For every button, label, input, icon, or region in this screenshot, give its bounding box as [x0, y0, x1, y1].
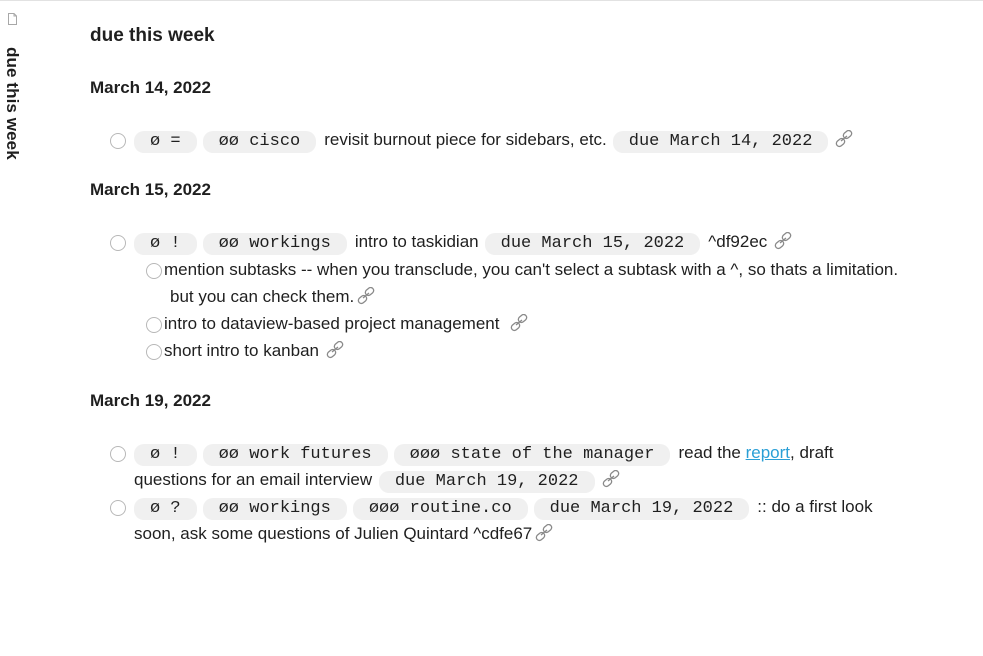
tag-pill[interactable]: ø ! — [134, 233, 197, 255]
chain-link-icon[interactable] — [601, 470, 621, 488]
chain-link-icon[interactable] — [325, 341, 345, 359]
task-text: intro to taskidian — [354, 232, 479, 251]
chain-link-icon[interactable] — [834, 130, 854, 148]
subtask-text: mention subtasks -- when you transclude,… — [164, 260, 899, 279]
task-item: ø = øø cisco revisit burnout piece for sid… — [110, 126, 854, 153]
tag-pill[interactable]: øøø state of the manager — [393, 444, 671, 466]
subtask-item: mention subtasks -- when you transclude,… — [146, 256, 898, 283]
due-pill[interactable]: due March 15, 2022 — [484, 233, 701, 255]
task-checkbox[interactable] — [110, 500, 126, 516]
task-item: ø ! øø work futures øøø state of the manag… — [110, 439, 838, 466]
task-item: ø ? øø workings øøø routine.co due March 19… — [110, 493, 877, 520]
subtask-item: short intro to kanban — [146, 337, 345, 364]
tag-pill[interactable]: øø workings — [202, 233, 347, 255]
chain-link-icon[interactable] — [356, 287, 376, 305]
task-text-part: read the — [678, 443, 741, 462]
task-checkbox[interactable] — [110, 133, 126, 149]
tag-pill[interactable]: øøø routine.co — [352, 498, 528, 520]
sidebar-title[interactable]: due this week — [2, 47, 22, 160]
task-item: ø ! øø workings intro to taskidian due Marc… — [110, 228, 793, 255]
page-title: due this week — [90, 25, 215, 46]
subtask-item-continued: but you can check them. — [170, 283, 376, 310]
due-pill[interactable]: due March 19, 2022 — [378, 471, 595, 493]
file-icon — [8, 13, 17, 25]
tag-pill[interactable]: øø work futures — [202, 444, 388, 466]
task-checkbox[interactable] — [146, 317, 162, 333]
task-text: :: do a first look — [757, 497, 873, 516]
date-heading: March 19, 2022 — [90, 391, 211, 410]
top-divider — [0, 0, 983, 1]
subtask-text: short intro to kanban — [164, 341, 319, 360]
tag-pill[interactable]: øø cisco — [202, 131, 317, 153]
subtask-text: intro to dataview-based project manageme… — [164, 314, 500, 333]
task-text: read the report, draft — [678, 443, 833, 462]
chain-link-icon[interactable] — [534, 524, 554, 542]
due-pill[interactable]: due March 19, 2022 — [533, 498, 750, 520]
task-text: questions for an email interview — [134, 470, 373, 489]
date-heading: March 15, 2022 — [90, 180, 211, 199]
task-checkbox[interactable] — [146, 344, 162, 360]
tag-pill[interactable]: ø = — [134, 131, 197, 153]
tag-pill[interactable]: ø ! — [134, 444, 197, 466]
chain-link-icon[interactable] — [509, 314, 529, 332]
task-item-continued: soon, ask some questions of Julien Quint… — [134, 520, 554, 547]
task-checkbox[interactable] — [146, 263, 162, 279]
task-text-part: , draft — [790, 443, 834, 462]
report-link[interactable]: report — [746, 443, 790, 462]
date-heading: March 14, 2022 — [90, 78, 211, 97]
subtask-item: intro to dataview-based project manageme… — [146, 310, 529, 337]
task-text: soon, ask some questions of Julien Quint… — [134, 524, 533, 543]
task-item-continued: questions for an email interview due Mar… — [134, 466, 621, 493]
due-pill[interactable]: due March 14, 2022 — [612, 131, 829, 153]
block-id: ^df92ec — [708, 232, 768, 251]
tag-pill[interactable]: øø workings — [202, 498, 347, 520]
subtask-text: but you can check them. — [170, 287, 355, 306]
task-checkbox[interactable] — [110, 446, 126, 462]
task-checkbox[interactable] — [110, 235, 126, 251]
chain-link-icon[interactable] — [773, 232, 793, 250]
tag-pill[interactable]: ø ? — [134, 498, 197, 520]
task-text: revisit burnout piece for sidebars, etc. — [324, 130, 607, 149]
